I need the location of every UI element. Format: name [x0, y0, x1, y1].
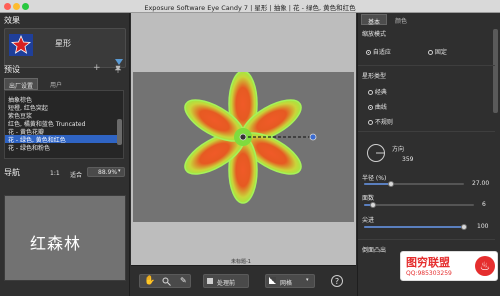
watermark-badge: 图穷联盟 QQ:985303259 ♨ [400, 251, 498, 281]
radio-button[interactable] [428, 50, 433, 55]
radio-button[interactable] [368, 105, 373, 110]
radius-slider-knob[interactable] [388, 181, 394, 187]
scale-adaptive-radio[interactable]: 自适应 [366, 47, 391, 56]
radio-button[interactable] [368, 120, 373, 125]
hand-tool-icon[interactable]: ✋ [144, 276, 155, 286]
color-picker-icon[interactable]: ✎ [180, 276, 187, 285]
navigator-thumbnail-text: 红森林 [30, 234, 82, 253]
radius-handle[interactable] [309, 133, 317, 141]
tab-user[interactable]: 用户 [40, 78, 74, 90]
radius-value[interactable]: 27.00 [472, 180, 489, 187]
sides-slider[interactable] [364, 204, 474, 206]
scale-fixed-radio[interactable]: 固定 [428, 47, 447, 56]
tab-color[interactable]: 颜色 [389, 14, 415, 25]
effect-heading: 效果 [4, 16, 20, 25]
effect-name: 星形 [55, 39, 71, 48]
flower-star-preview [184, 72, 317, 204]
canvas-area: 未标题-1 ✋ ✎ 处理前 网格 ▾ ? [131, 13, 356, 296]
grid-icon [269, 277, 276, 284]
preset-item[interactable]: 短橙, 红色突起 [5, 103, 117, 112]
bottom-toolbar: ✋ ✎ 处理前 网格 ▾ ? [131, 265, 356, 296]
zoom-select[interactable]: 88.9% ▾ [87, 167, 125, 177]
center-handle[interactable] [239, 133, 247, 141]
preset-item[interactable]: 紫色豆浆 [5, 111, 117, 120]
zoom-fit-button[interactable]: 适合 [70, 170, 82, 179]
bevel-label: 倒面凸出 [362, 247, 387, 254]
direction-value[interactable]: 359 [402, 156, 413, 163]
radio-button[interactable] [366, 50, 371, 55]
preset-list-scrollbar[interactable] [117, 119, 122, 145]
sharpness-value[interactable]: 100 [477, 223, 488, 230]
settings-scrollbar[interactable] [493, 29, 498, 113]
radius-label: 半径 (%) [362, 175, 387, 182]
add-preset-icon[interactable]: + [93, 63, 101, 73]
presets-heading: 预设 [4, 65, 20, 74]
divider [358, 131, 495, 132]
watermark-qq: QQ:985303259 [406, 270, 452, 277]
star-curve-radio[interactable]: 曲线 [368, 102, 387, 111]
star-irregular-radio[interactable]: 不规则 [368, 117, 393, 126]
scale-mode-heading: 缩放模式 [362, 31, 387, 38]
title-bar: Exposure Software Eye Candy 7 | 星形 | 抽象 … [0, 0, 500, 13]
radio-button[interactable] [368, 90, 373, 95]
help-icon[interactable]: ? [331, 275, 343, 287]
radius-slider[interactable] [364, 183, 464, 185]
preset-item[interactable]: 花 - 黄色花瓣 [5, 127, 117, 136]
chevron-down-icon: ▾ [306, 277, 309, 283]
pin-icon[interactable] [114, 65, 122, 73]
flame-logo-icon: ♨ [475, 256, 495, 276]
chevron-down-icon: ▾ [118, 168, 121, 174]
zoom-tool-icon[interactable] [162, 277, 171, 286]
star-type-heading: 星形类型 [362, 73, 387, 80]
direction-dial[interactable] [366, 143, 386, 163]
tool-group: ✋ ✎ [139, 274, 191, 288]
sharpness-slider[interactable] [364, 226, 464, 228]
tab-basic[interactable]: 基本 [361, 14, 387, 26]
tab-factory[interactable]: 出厂设置 [4, 78, 38, 90]
divider [358, 65, 495, 66]
sides-label: 面数 [362, 195, 375, 202]
process-before-button[interactable]: 处理前 [203, 274, 249, 288]
navigator-thumbnail[interactable]: 红森林 [4, 195, 126, 281]
preset-item[interactable]: 红色, 橘黄和蓝色 Truncated [5, 119, 117, 128]
sharpness-label: 尖进 [362, 217, 375, 224]
effect-selector[interactable]: 星形 [4, 28, 126, 68]
preset-item-selected[interactable]: 花 - 绿色, 黄色和红色 [5, 135, 117, 144]
grid-button[interactable]: 网格 ▾ [265, 274, 315, 288]
sides-value[interactable]: 6 [482, 201, 486, 208]
window-title: Exposure Software Eye Candy 7 | 星形 | 抽象 … [144, 4, 356, 12]
preview-canvas[interactable] [133, 72, 354, 222]
star-classic-radio[interactable]: 经典 [368, 87, 387, 96]
preset-item[interactable]: 抽象棕色 [5, 95, 117, 104]
preset-list: 抽象棕色 短橙, 红色突起 紫色豆浆 红色, 橘黄和蓝色 Truncated 花… [4, 90, 124, 159]
left-panel: 效果 星形 预设 + 出厂设置 用户 抽象棕色 短橙, 红色突起 紫色豆浆 红色… [0, 13, 130, 296]
right-panel: 基本 颜色 缩放模式 自适应 固定 星形类型 经典 曲线 不规则 方向 359 … [357, 13, 500, 296]
zoom-1-1-button[interactable]: 1:1 [50, 170, 60, 177]
divider [358, 239, 495, 240]
direction-label: 方向 [392, 146, 405, 153]
sharpness-slider-knob[interactable] [461, 224, 467, 230]
sides-slider-knob[interactable] [369, 202, 376, 208]
split-view-icon [207, 278, 213, 284]
navigation-heading: 导航 [4, 168, 20, 177]
watermark-brand: 图穷联盟 [406, 256, 450, 269]
star-effect-icon [9, 34, 33, 56]
preset-tabs: 出厂设置 用户 [4, 78, 124, 90]
canvas-status: 未标题-1 [231, 259, 251, 265]
preset-item[interactable]: 花 - 绿色和粉色 [5, 143, 117, 152]
